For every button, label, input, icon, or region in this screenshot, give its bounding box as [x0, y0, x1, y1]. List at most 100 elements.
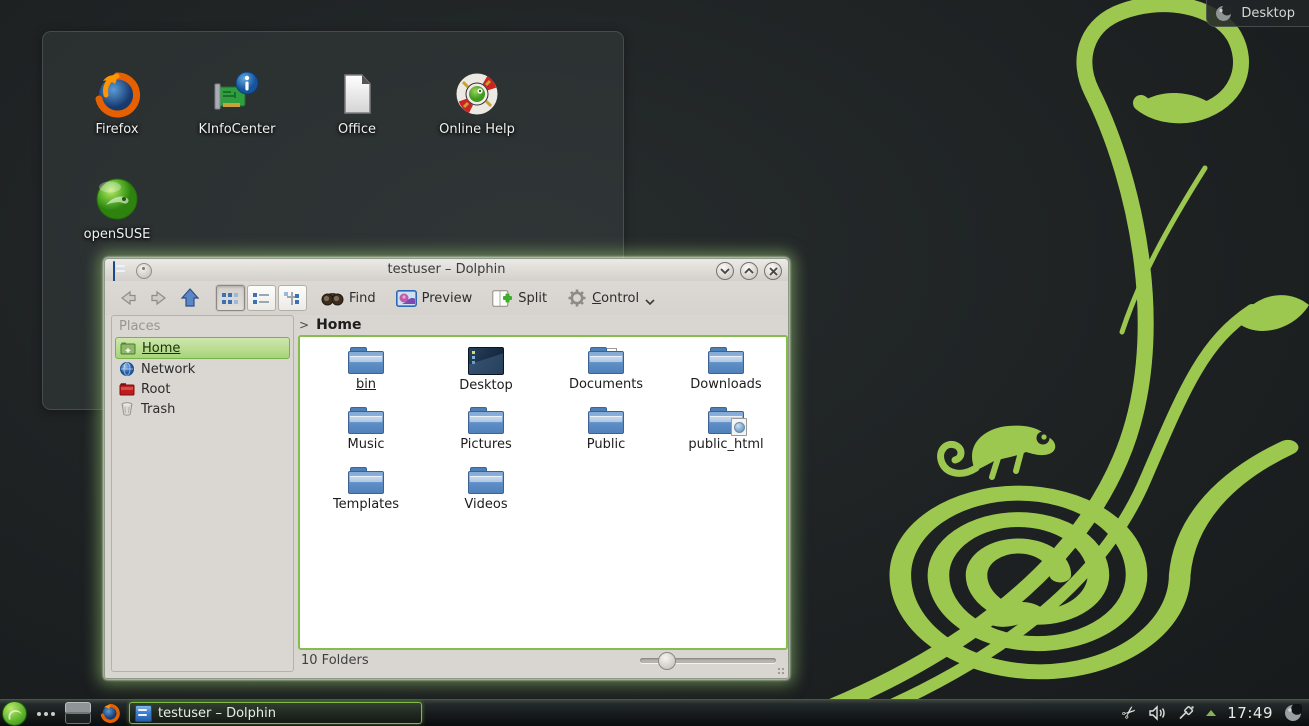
place-label: Network [141, 362, 195, 377]
firefox-icon [93, 70, 141, 118]
zoom-slider[interactable] [640, 657, 776, 665]
zoom-slider-handle[interactable] [658, 652, 676, 670]
forward-button[interactable] [146, 286, 172, 310]
cashew-icon [1215, 5, 1232, 22]
breadcrumb[interactable]: > Home [299, 315, 361, 335]
volume-icon[interactable] [1148, 705, 1166, 721]
panel-dots-icon[interactable] [36, 702, 58, 724]
binoculars-icon [321, 290, 344, 306]
klipper-scissors-icon[interactable]: ✂ [1119, 702, 1141, 724]
icons-view-button[interactable] [216, 285, 245, 311]
place-home[interactable]: Home [115, 337, 290, 359]
status-text: 10 Folders [301, 653, 369, 668]
folder-html-icon [708, 407, 744, 434]
desktop-icon-label: openSUSE [84, 227, 151, 242]
find-label: Find [349, 291, 376, 306]
folder-icon [348, 347, 384, 374]
root-folder-icon [119, 381, 135, 397]
system-tray: ✂ 17:49 [1123, 704, 1309, 722]
folder-label: Public [587, 437, 625, 452]
desktop-icon-label: Office [338, 122, 376, 137]
pager-desktop-2[interactable] [65, 712, 91, 724]
chevron-up-icon [744, 268, 754, 274]
breadcrumb-current[interactable]: Home [316, 317, 361, 333]
folder-templates[interactable]: Templates [306, 467, 426, 527]
desktop-icon-firefox[interactable]: Firefox [57, 70, 177, 175]
task-button-dolphin[interactable]: testuser – Dolphin [129, 702, 422, 724]
folder-videos[interactable]: Videos [426, 467, 546, 527]
details-view-button[interactable] [247, 285, 276, 311]
place-root[interactable]: Root [115, 379, 290, 399]
folder-icon [468, 467, 504, 494]
places-header: Places [112, 316, 293, 337]
minimize-button[interactable] [716, 262, 734, 280]
find-button[interactable]: Find [321, 290, 376, 306]
preview-label: Preview [422, 291, 473, 306]
folder-downloads[interactable]: Downloads [666, 347, 786, 407]
panel-cashew-icon[interactable] [1284, 704, 1302, 722]
gear-icon [567, 288, 587, 308]
folder-pictures[interactable]: Pictures [426, 407, 546, 467]
desktop-toolbox-button[interactable]: Desktop [1206, 0, 1309, 27]
close-button[interactable] [764, 262, 782, 280]
titlebar[interactable]: testuser – Dolphin [105, 259, 788, 282]
virtual-desktop-pager[interactable] [64, 701, 92, 725]
close-icon [769, 267, 778, 276]
folder-bin[interactable]: bin [306, 347, 426, 407]
up-button[interactable] [177, 286, 203, 310]
split-label: Split [518, 291, 547, 306]
chevron-down-icon [720, 268, 730, 274]
firefox-icon [100, 703, 120, 723]
place-label: Home [142, 341, 180, 356]
control-label: Control [592, 291, 639, 306]
main-toolbar: Find Preview Split [105, 281, 788, 315]
folder-label: Desktop [459, 378, 513, 393]
folder-desktop[interactable]: Desktop [426, 347, 546, 407]
desktop-icon-office[interactable]: Office [297, 70, 417, 175]
preview-button[interactable]: Preview [396, 290, 473, 307]
place-network[interactable]: Network [115, 359, 290, 379]
place-label: Trash [141, 402, 175, 417]
split-view-icon [492, 290, 513, 307]
trash-icon [119, 401, 135, 417]
taskbar-panel: testuser – Dolphin ✂ 17:49 [0, 699, 1309, 726]
folder-label: public_html [688, 437, 763, 452]
folder-icon [348, 467, 384, 494]
desktop-icon-online-help[interactable]: Online Help [417, 70, 537, 175]
control-button[interactable]: Control [567, 288, 639, 308]
kickoff-launcher-button[interactable] [2, 701, 27, 726]
folder-public-html[interactable]: public_html [666, 407, 786, 467]
clock[interactable]: 17:49 [1227, 704, 1273, 722]
dolphin-app-icon [135, 705, 152, 722]
folder-documents[interactable]: Documents [546, 347, 666, 407]
desktop-icon-label: KInfoCenter [199, 122, 276, 137]
control-dropdown-chevron-icon[interactable] [645, 299, 655, 305]
folder-icon [468, 407, 504, 434]
folder-public[interactable]: Public [546, 407, 666, 467]
folder-label: Documents [569, 377, 643, 392]
task-label: testuser – Dolphin [158, 706, 276, 721]
tray-expander-icon[interactable] [1206, 710, 1216, 716]
dolphin-window: testuser – Dolphin [104, 258, 789, 679]
back-button[interactable] [115, 286, 141, 310]
folder-icon [588, 407, 624, 434]
place-label: Root [141, 382, 170, 397]
firefox-launcher-button[interactable] [100, 703, 120, 723]
maximize-button[interactable] [740, 262, 758, 280]
folder-view-area[interactable]: bin Desktop Documents Downloads Music Pi… [298, 335, 788, 650]
device-notifier-icon[interactable] [1177, 705, 1195, 721]
window-resize-grip[interactable] [777, 667, 785, 675]
desktop-icon-label: Online Help [439, 122, 515, 137]
folder-music[interactable]: Music [306, 407, 426, 467]
split-button[interactable]: Split [492, 290, 547, 307]
folder-icon [708, 347, 744, 374]
folder-documents-icon [588, 347, 624, 374]
details-view-icon [253, 292, 270, 305]
place-trash[interactable]: Trash [115, 399, 290, 419]
preview-image-icon [396, 290, 417, 307]
folder-label: Templates [333, 497, 399, 512]
columns-view-button[interactable] [278, 285, 307, 311]
desktop-icon-kinfocenter[interactable]: KInfoCenter [177, 70, 297, 175]
home-folder-icon [120, 340, 136, 356]
breadcrumb-arrow: > [299, 318, 309, 332]
